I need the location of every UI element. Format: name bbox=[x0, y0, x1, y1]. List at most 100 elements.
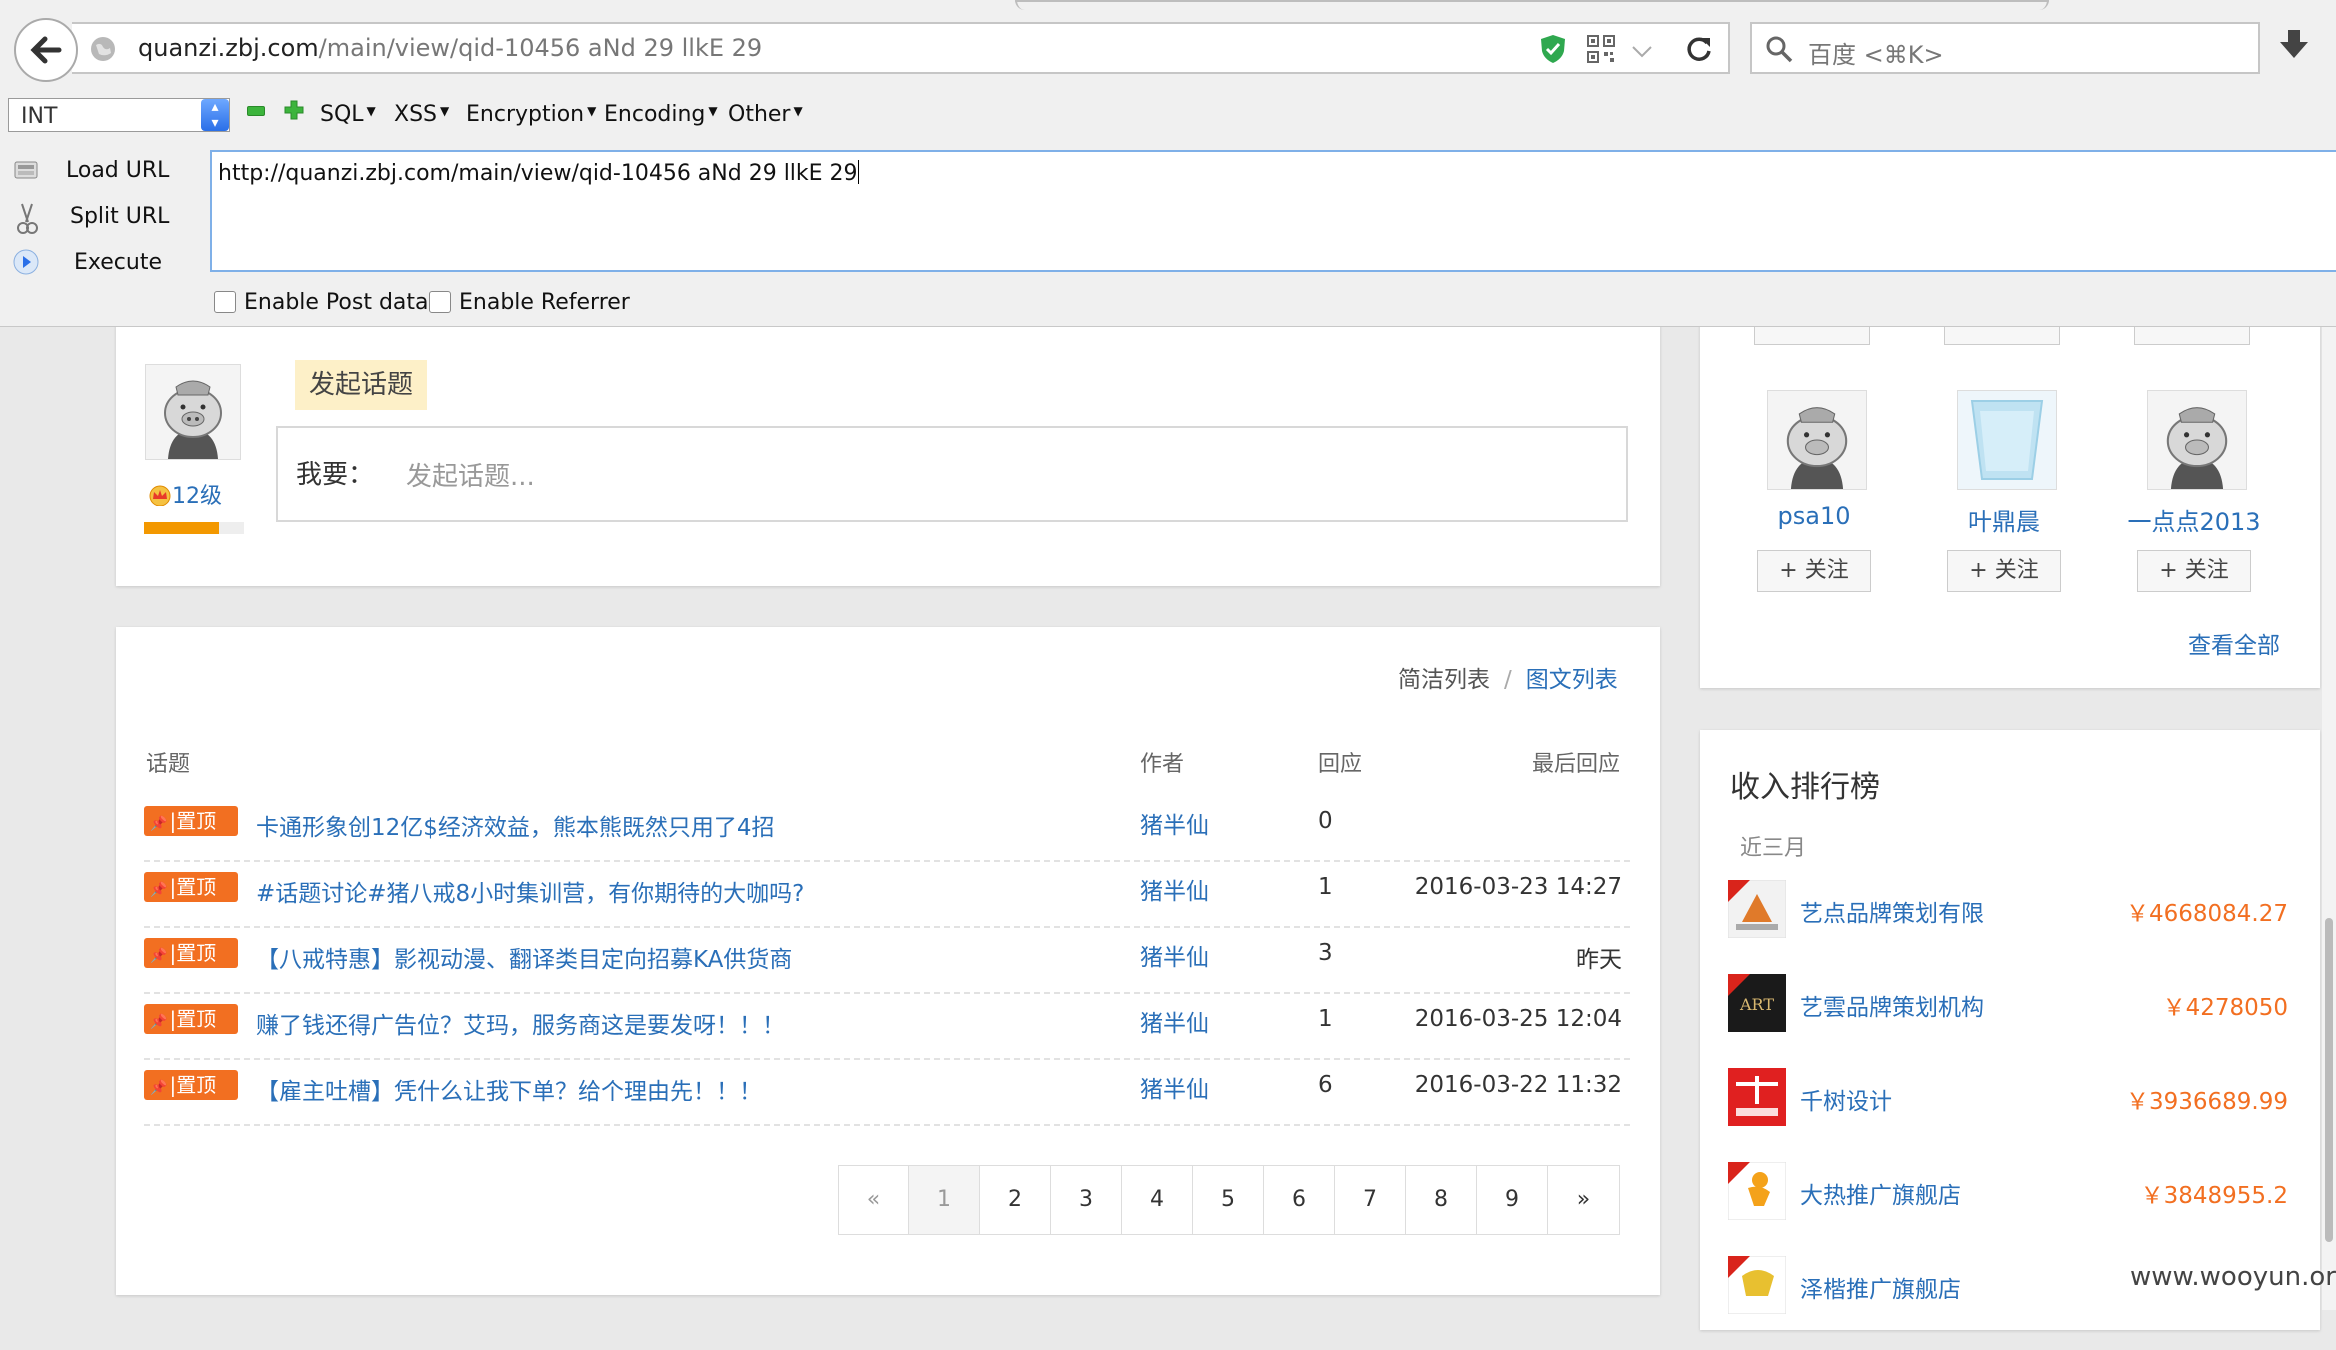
topic-title-link[interactable]: #话题讨论#猪八戒8小时集训营，有你期待的大咖吗? bbox=[256, 874, 804, 908]
shop-logo-icon[interactable] bbox=[1728, 1162, 1786, 1220]
header-topic: 话题 bbox=[146, 752, 191, 777]
text-cursor bbox=[857, 160, 859, 184]
follow-button[interactable]: + 关注 bbox=[1757, 550, 1871, 592]
checkbox-box[interactable] bbox=[214, 291, 236, 313]
topic-title-link[interactable]: 卡通形象创12亿$经济效益，熊本熊既然只用了4招 bbox=[256, 808, 775, 842]
user-level-text: 12级 bbox=[172, 484, 222, 509]
url-textarea[interactable]: http://quanzi.zbj.com/main/view/qid-1045… bbox=[210, 150, 2336, 272]
page-6[interactable]: 6 bbox=[1264, 1166, 1335, 1234]
topic-author-link[interactable]: 猪半仙 bbox=[1140, 1004, 1209, 1038]
view-all-link[interactable]: 查看全部 bbox=[2188, 626, 2280, 660]
page-5[interactable]: 5 bbox=[1193, 1166, 1264, 1234]
shop-name-link[interactable]: 泽楷推广旗舰店 bbox=[1800, 1270, 1961, 1304]
minus-icon[interactable] bbox=[247, 106, 265, 116]
follow-button[interactable]: + 关注 bbox=[1947, 550, 2061, 592]
url-text[interactable]: quanzi.zbj.com/main/view/qid-10456 aNd 2… bbox=[138, 34, 762, 62]
page-8[interactable]: 8 bbox=[1406, 1166, 1477, 1234]
topic-input-box[interactable]: 我要： 发起话题... bbox=[276, 426, 1628, 522]
page-9[interactable]: 9 bbox=[1477, 1166, 1548, 1234]
start-topic-tab[interactable]: 发起话题 bbox=[295, 360, 427, 410]
shop-name-link[interactable]: 艺雲品牌策划机构 bbox=[1800, 988, 1984, 1022]
menu-other[interactable]: Other ▼ bbox=[728, 102, 803, 127]
load-url-button[interactable]: Load URL bbox=[0, 150, 200, 190]
caret-down-icon: ▼ bbox=[793, 104, 803, 118]
svg-text:ART: ART bbox=[1739, 995, 1774, 1014]
page-2[interactable]: 2 bbox=[980, 1166, 1051, 1234]
topic-replies: 1 bbox=[1318, 874, 1333, 900]
ranking-item: 艺点品牌策划有限 ￥4668084.27 bbox=[1728, 880, 2288, 974]
reload-icon[interactable] bbox=[1684, 34, 1714, 64]
page-scrollbar[interactable] bbox=[2322, 326, 2336, 1310]
topic-input[interactable]: 发起话题... bbox=[406, 456, 535, 493]
topic-replies: 6 bbox=[1318, 1072, 1333, 1098]
user-avatar[interactable] bbox=[1767, 390, 1867, 490]
page-prev[interactable]: « bbox=[839, 1166, 909, 1234]
topic-author-link[interactable]: 猪半仙 bbox=[1140, 1070, 1209, 1104]
menu-encryption[interactable]: Encryption ▼ bbox=[466, 102, 596, 127]
shop-name-link[interactable]: 大热推广旗舰店 bbox=[1800, 1176, 1961, 1210]
user-name-link[interactable]: 一点点2013 bbox=[2114, 502, 2274, 537]
pinned-badge-label: 置顶 bbox=[176, 875, 217, 899]
user-avatar[interactable] bbox=[1957, 390, 2057, 490]
execute-button[interactable]: Execute bbox=[0, 242, 200, 282]
avatar[interactable] bbox=[145, 364, 241, 460]
shop-income: ￥4278050 bbox=[2162, 995, 2288, 1021]
menu-xss[interactable]: XSS ▼ bbox=[394, 102, 449, 127]
topic-title-link[interactable]: 【雇主吐槽】凭什么让我下单？给个理由先！！！ bbox=[256, 1072, 762, 1106]
enable-referrer-checkbox[interactable]: Enable Referrer bbox=[429, 290, 630, 315]
back-button[interactable] bbox=[14, 18, 78, 82]
enable-post-checkbox[interactable]: Enable Post data bbox=[214, 290, 429, 315]
shop-logo-icon[interactable] bbox=[1728, 1256, 1786, 1314]
header-author: 作者 bbox=[1140, 752, 1185, 777]
user-name-link[interactable]: psa10 bbox=[1734, 502, 1894, 530]
menu-encoding-label: Encoding bbox=[604, 102, 706, 127]
view-image-list[interactable]: 图文列表 bbox=[1526, 667, 1618, 693]
shield-icon[interactable] bbox=[1538, 33, 1568, 65]
pinned-badge-label: 置顶 bbox=[176, 809, 217, 833]
url-textarea-value: http://quanzi.zbj.com/main/view/qid-1045… bbox=[218, 161, 858, 186]
income-period-tab[interactable]: 近三月 bbox=[1740, 830, 1806, 862]
chevron-down-icon[interactable] bbox=[1632, 46, 1652, 58]
shop-logo-icon[interactable]: ART bbox=[1728, 974, 1786, 1032]
page-next[interactable]: » bbox=[1548, 1166, 1619, 1234]
scrollbar-thumb[interactable] bbox=[2325, 918, 2333, 1242]
topic-title-link[interactable]: 【八戒特惠】影视动漫、翻译类目定向招募KA供货商 bbox=[256, 940, 792, 974]
page-3[interactable]: 3 bbox=[1051, 1166, 1122, 1234]
menu-sql[interactable]: SQL ▼ bbox=[320, 102, 376, 127]
checkbox-box[interactable] bbox=[429, 291, 451, 313]
page-4[interactable]: 4 bbox=[1122, 1166, 1193, 1234]
page-1[interactable]: 1 bbox=[909, 1166, 980, 1234]
user-avatar[interactable] bbox=[2147, 390, 2247, 490]
glass-avatar-icon bbox=[1958, 391, 2056, 489]
shop-logo-icon[interactable] bbox=[1728, 1068, 1786, 1126]
user-name-link[interactable]: 叶鼎晨 bbox=[1924, 502, 2084, 537]
topic-author-link[interactable]: 猪半仙 bbox=[1140, 806, 1209, 840]
address-bar[interactable]: quanzi.zbj.com/main/view/qid-10456 aNd 2… bbox=[72, 22, 1730, 74]
download-icon[interactable] bbox=[2278, 28, 2310, 62]
caret-down-icon: ▼ bbox=[708, 104, 718, 118]
plus-icon[interactable] bbox=[284, 100, 304, 120]
pinned-badge: 📌 |置顶 bbox=[144, 938, 238, 968]
shop-name-link[interactable]: 千树设计 bbox=[1800, 1082, 1892, 1116]
shop-logo-icon[interactable] bbox=[1728, 880, 1786, 938]
menu-xss-label: XSS bbox=[394, 102, 438, 127]
topic-last-reply: 2016-03-22 11:32 bbox=[1414, 1072, 1622, 1098]
arrow-left-icon bbox=[30, 36, 62, 64]
crown-icon bbox=[149, 485, 171, 507]
topic-replies: 3 bbox=[1318, 940, 1333, 966]
enable-post-label: Enable Post data bbox=[244, 290, 429, 315]
page-7[interactable]: 7 bbox=[1335, 1166, 1406, 1234]
qr-code-icon[interactable] bbox=[1586, 34, 1616, 64]
split-url-button[interactable]: Split URL bbox=[0, 196, 200, 236]
topic-author-link[interactable]: 猪半仙 bbox=[1140, 938, 1209, 972]
shop-name-link[interactable]: 艺点品牌策划有限 bbox=[1800, 894, 1984, 928]
follow-button[interactable]: + 关注 bbox=[2137, 550, 2251, 592]
search-bar[interactable]: 百度 <⌘K> bbox=[1750, 22, 2260, 74]
topic-last-reply: 2016-03-25 12:04 bbox=[1414, 1006, 1622, 1032]
menu-encoding[interactable]: Encoding ▼ bbox=[604, 102, 718, 127]
watermark: www.wooyun.org bbox=[2130, 1262, 2336, 1292]
view-simple-list[interactable]: 简洁列表 bbox=[1398, 667, 1490, 693]
topic-title-link[interactable]: 赚了钱还得广告位？艾玛，服务商这是要发呀！！！ bbox=[256, 1006, 785, 1040]
type-select[interactable]: INT ▴ ▾ bbox=[8, 98, 230, 132]
topic-author-link[interactable]: 猪半仙 bbox=[1140, 872, 1209, 906]
